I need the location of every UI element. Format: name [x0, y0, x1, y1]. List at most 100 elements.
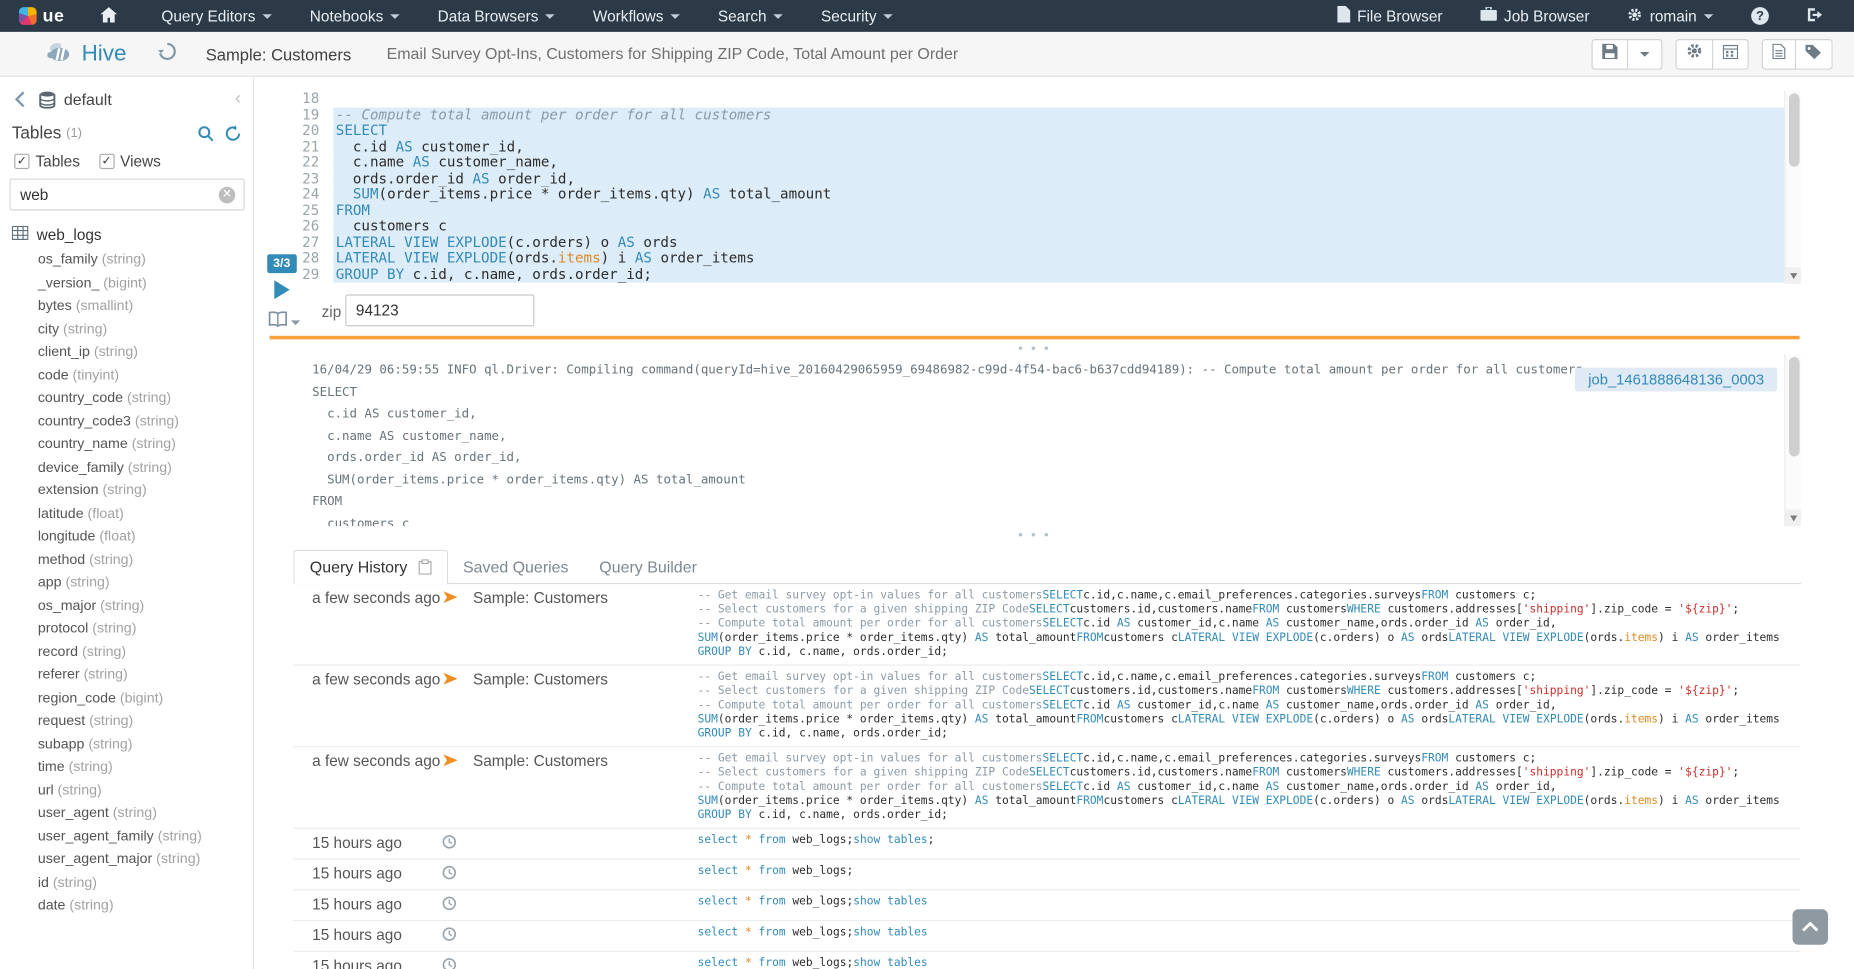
tables-filter-checkbox[interactable]: Tables [14, 152, 80, 170]
table-search-input[interactable] [9, 179, 244, 211]
variable-input[interactable] [345, 294, 534, 326]
column-item-time[interactable]: time (string) [0, 756, 253, 779]
scrollbar-thumb[interactable] [1788, 357, 1799, 456]
column-item-device-family[interactable]: device_family (string) [0, 456, 253, 479]
column-item-code[interactable]: code (tinyint) [0, 364, 253, 387]
new-document-button[interactable] [1762, 38, 1796, 69]
history-row[interactable]: 15 hours agoselect * from web_logs;show … [293, 921, 1801, 952]
history-sql[interactable]: select * from web_logs;show tables [698, 895, 1801, 909]
code-editor[interactable]: 1819-- Compute total amount per order fo… [270, 91, 1800, 283]
save-button[interactable] [1592, 38, 1629, 69]
editor-line[interactable]: 24 SUM(order_items.price * order_items.q… [270, 187, 1800, 203]
refresh-icon[interactable] [225, 125, 242, 142]
editor-line[interactable]: 26 customers c [270, 219, 1800, 235]
home-button[interactable] [81, 0, 135, 32]
nav-menu-search[interactable]: Search [699, 0, 802, 32]
column-item-id[interactable]: id (string) [0, 871, 253, 894]
column-item-city[interactable]: city (string) [0, 317, 253, 340]
nav-menu-security[interactable]: Security [802, 0, 912, 32]
log-scrollbar[interactable] [1784, 355, 1801, 526]
database-name[interactable]: default [64, 90, 112, 108]
nav-menu-data-browsers[interactable]: Data Browsers [419, 0, 574, 32]
history-sql[interactable]: select * from web_logs;show tables [698, 926, 1801, 940]
checkbox-checked-icon[interactable] [99, 153, 114, 168]
history-sql[interactable]: -- Get email survey opt-in values for al… [698, 589, 1801, 660]
column-item-method[interactable]: method (string) [0, 548, 253, 571]
execute-button[interactable] [274, 280, 289, 299]
column-item-longitude[interactable]: longitude (float) [0, 525, 253, 548]
editor-line[interactable]: 22 c.name AS customer_name, [270, 155, 1800, 171]
file-browser-button[interactable]: File Browser [1318, 0, 1461, 32]
editor-line[interactable]: 20SELECT [270, 123, 1800, 139]
schedule-button[interactable] [1713, 38, 1748, 69]
history-sql[interactable]: select * from web_logs;show tables [698, 957, 1801, 969]
column-item--version-[interactable]: _version_ (bigint) [0, 271, 253, 294]
tab-query-history[interactable]: Query History [293, 550, 447, 584]
column-item-os-family[interactable]: os_family (string) [0, 248, 253, 271]
views-filter-checkbox[interactable]: Views [99, 152, 161, 170]
column-item-user-agent[interactable]: user_agent (string) [0, 802, 253, 825]
job-browser-button[interactable]: Job Browser [1461, 0, 1608, 32]
column-item-user-agent-family[interactable]: user_agent_family (string) [0, 825, 253, 848]
history-row[interactable]: 15 hours agoselect * from web_logs; [293, 860, 1801, 891]
column-item-region-code[interactable]: region_code (bigint) [0, 686, 253, 709]
column-item-country-code[interactable]: country_code (string) [0, 387, 253, 410]
tab-saved-queries[interactable]: Saved Queries [448, 551, 584, 583]
editor-line[interactable]: 21 c.id AS customer_id, [270, 139, 1800, 155]
editor-line[interactable]: 18 [270, 91, 1800, 107]
editor-scrollbar[interactable] [1784, 91, 1801, 284]
column-item-country-name[interactable]: country_name (string) [0, 433, 253, 456]
scroll-down-arrow-icon[interactable] [1785, 267, 1800, 284]
logout-button[interactable] [1788, 0, 1842, 32]
history-row[interactable]: a few seconds agoSample: Customers-- Get… [293, 747, 1801, 829]
editor-line[interactable]: 19-- Compute total amount per order for … [270, 107, 1800, 123]
back-chevron-icon[interactable] [9, 91, 29, 108]
column-item-date[interactable]: date (string) [0, 894, 253, 917]
nav-menu-notebooks[interactable]: Notebooks [291, 0, 419, 32]
history-row[interactable]: 15 hours agoselect * from web_logs;show … [293, 952, 1801, 969]
column-item-request[interactable]: request (string) [0, 709, 253, 732]
table-item-web-logs[interactable]: web_logs [0, 222, 253, 246]
column-item-protocol[interactable]: protocol (string) [0, 617, 253, 640]
column-item-referer[interactable]: referer (string) [0, 663, 253, 686]
editor-line[interactable]: 28LATERAL VIEW EXPLODE(ords.items) i AS … [270, 251, 1800, 267]
save-options-button[interactable] [1628, 38, 1662, 69]
column-item-user-agent-major[interactable]: user_agent_major (string) [0, 848, 253, 871]
user-menu[interactable]: romain [1608, 0, 1732, 32]
job-link[interactable]: job_1461888648136_0003 [1575, 368, 1777, 392]
documentation-book-button[interactable] [268, 311, 300, 333]
scroll-down-arrow-icon[interactable] [1785, 510, 1800, 527]
history-sql[interactable]: select * from web_logs; [698, 864, 1801, 878]
history-sql[interactable]: -- Get email survey opt-in values for al… [698, 752, 1801, 823]
query-history-toggle[interactable] [157, 41, 177, 67]
column-item-country-code3[interactable]: country_code3 (string) [0, 410, 253, 433]
editor-line[interactable]: 25FROM [270, 203, 1800, 219]
scrollbar-thumb[interactable] [1788, 93, 1799, 166]
column-item-url[interactable]: url (string) [0, 779, 253, 802]
history-row[interactable]: 15 hours agoselect * from web_logs;show … [293, 890, 1801, 921]
nav-menu-workflows[interactable]: Workflows [574, 0, 699, 32]
search-icon[interactable] [197, 125, 214, 142]
hive-app-button[interactable]: Hive [45, 40, 127, 68]
editor-line[interactable]: 29GROUP BY c.id, c.name, ords.order_id; [270, 267, 1800, 283]
resize-handle[interactable] [270, 344, 1800, 355]
history-row[interactable]: 15 hours agoselect * from web_logs;show … [293, 829, 1801, 860]
tab-query-builder[interactable]: Query Builder [584, 551, 712, 583]
column-item-app[interactable]: app (string) [0, 571, 253, 594]
query-description[interactable]: Email Survey Opt-Ins, Customers for Ship… [387, 45, 959, 63]
history-row[interactable]: a few seconds agoSample: Customers-- Get… [293, 584, 1801, 666]
resize-handle[interactable] [270, 531, 1800, 542]
checkbox-checked-icon[interactable] [14, 153, 29, 168]
hue-logo[interactable]: ue [0, 6, 81, 26]
column-item-latitude[interactable]: latitude (float) [0, 502, 253, 525]
nav-menu-query-editors[interactable]: Query Editors [142, 0, 290, 32]
column-item-bytes[interactable]: bytes (smallint) [0, 294, 253, 317]
column-item-os-major[interactable]: os_major (string) [0, 594, 253, 617]
history-sql[interactable]: select * from web_logs;show tables; [698, 834, 1801, 848]
history-row[interactable]: a few seconds agoSample: Customers-- Get… [293, 666, 1801, 748]
help-button[interactable]: ? [1732, 0, 1788, 32]
scroll-to-top-button[interactable] [1793, 909, 1828, 944]
column-item-client-ip[interactable]: client_ip (string) [0, 341, 253, 364]
history-sql[interactable]: -- Get email survey opt-in values for al… [698, 670, 1801, 741]
editor-line[interactable]: 27LATERAL VIEW EXPLODE(c.orders) o AS or… [270, 235, 1800, 251]
